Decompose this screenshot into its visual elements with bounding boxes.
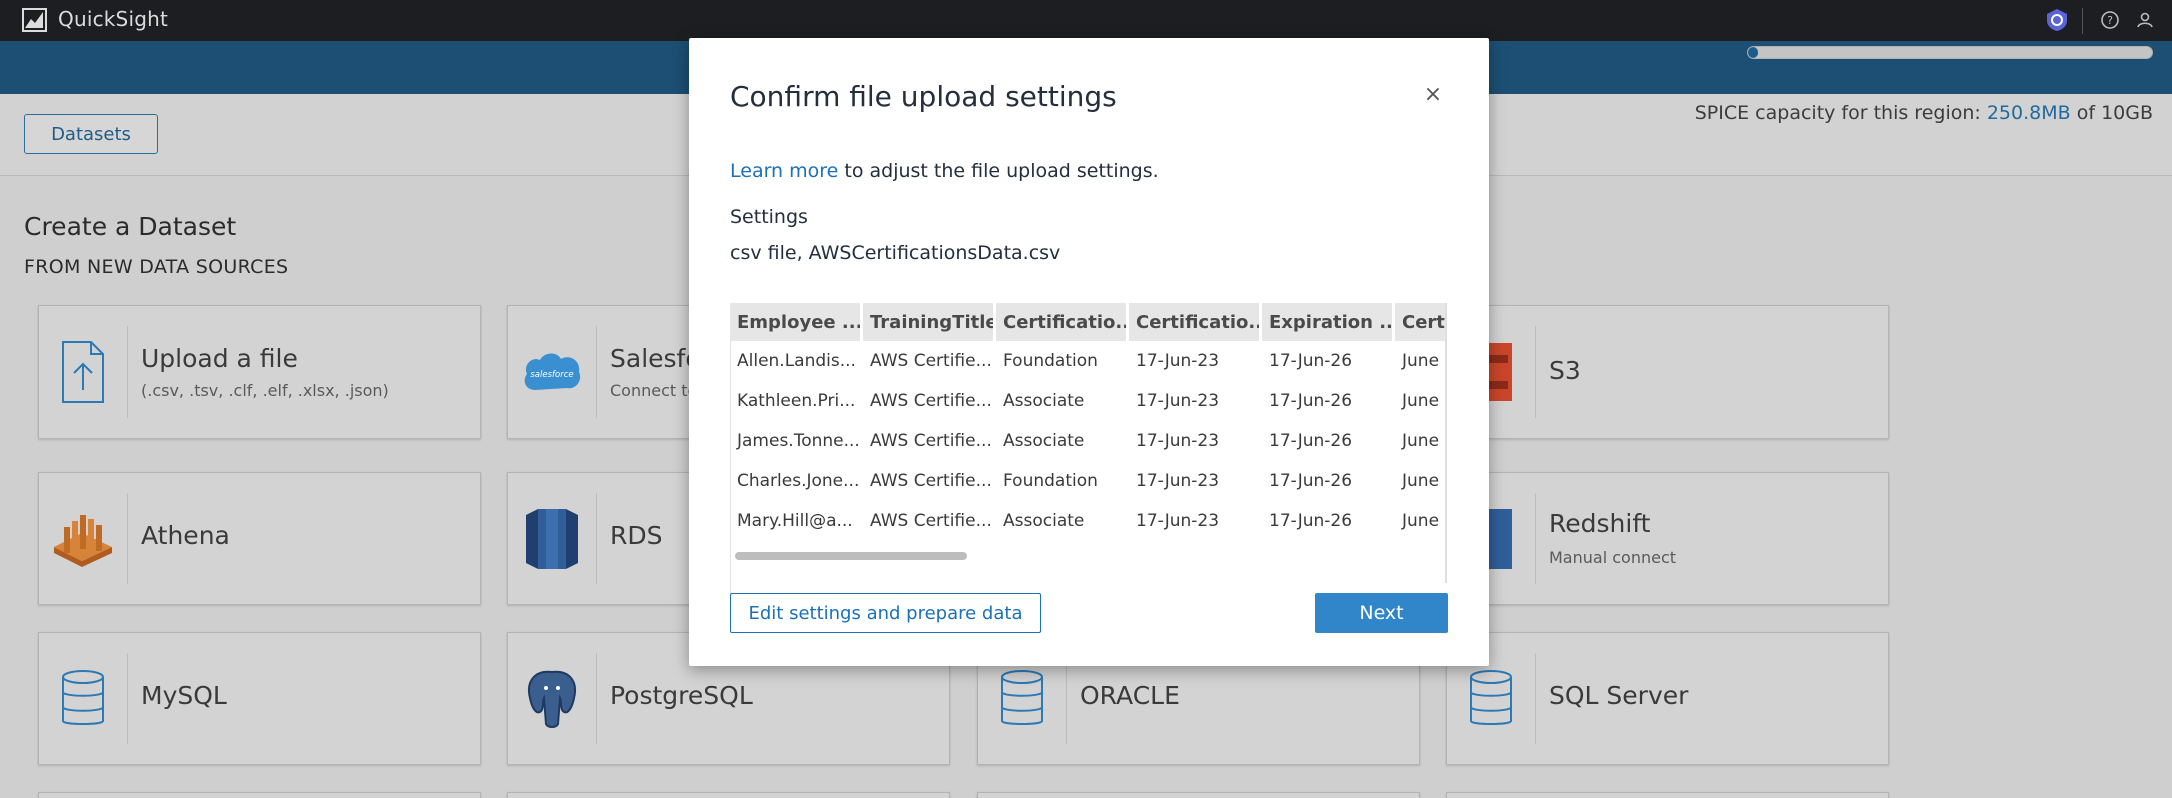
postgresql-icon — [528, 670, 576, 728]
table-cell: June — [1402, 431, 1440, 451]
column-header[interactable]: Employee ... — [730, 303, 860, 341]
data-source-card-s3[interactable]: S3 — [1446, 305, 1889, 439]
database-icon — [1001, 669, 1043, 725]
file-description: csv file, AWSCertificationsData.csv — [730, 242, 1061, 264]
card-label: MySQL — [141, 681, 227, 710]
card-label: Athena — [141, 521, 230, 550]
close-icon[interactable]: × — [1420, 82, 1446, 108]
scrollbar-thumb[interactable] — [735, 552, 967, 560]
next-button[interactable]: Next — [1315, 593, 1448, 633]
top-bar: QuickSight ? — [0, 0, 2172, 41]
table-cell: AWS Certifie... — [870, 391, 992, 411]
table-cell: Associate — [1003, 391, 1085, 411]
dialog-title: Confirm file upload settings — [730, 80, 1117, 113]
column-header[interactable]: Expiration ... — [1262, 303, 1392, 341]
table-cell: Allen.Landis... — [737, 351, 856, 371]
table-cell: AWS Certifie... — [870, 471, 992, 491]
data-source-card-sql-server[interactable]: SQL Server — [1446, 632, 1889, 765]
confirm-upload-dialog: Confirm file upload settings × Learn mor… — [689, 38, 1489, 666]
table-cell: Mary.Hill@a... — [737, 511, 853, 531]
spice-capacity-text: SPICE capacity for this region: 250.8MB … — [1694, 102, 2153, 124]
section-subtitle: FROM NEW DATA SOURCES — [24, 256, 289, 278]
table-cell: June — [1402, 511, 1440, 531]
data-source-card-partial[interactable] — [1446, 792, 1889, 798]
table-cell: Associate — [1003, 511, 1085, 531]
topbar-separator — [2082, 8, 2083, 34]
table-cell: James.Tonne... — [737, 431, 860, 451]
settings-label: Settings — [730, 206, 808, 228]
database-icon — [62, 669, 104, 725]
edit-settings-button[interactable]: Edit settings and prepare data — [730, 593, 1041, 633]
card-label: Redshift — [1549, 509, 1651, 538]
horizontal-scrollbar[interactable] — [730, 548, 1446, 564]
card-desc: Connect to — [610, 381, 698, 400]
user-icon[interactable] — [2133, 8, 2157, 32]
table-cell: 17-Jun-26 — [1269, 431, 1353, 451]
data-source-card-athena[interactable]: Athena — [38, 472, 481, 605]
column-header[interactable]: Certificatio... — [1129, 303, 1259, 341]
quicksight-logo-icon — [22, 8, 47, 32]
table-cell: Foundation — [1003, 471, 1098, 491]
table-cell: 17-Jun-26 — [1269, 471, 1353, 491]
table-cell: 17-Jun-26 — [1269, 391, 1353, 411]
table-cell: 17-Jun-26 — [1269, 351, 1353, 371]
card-label: ORACLE — [1080, 681, 1180, 710]
learn-more-line: Learn more to adjust the file upload set… — [730, 160, 1159, 182]
table-cell: 17-Jun-23 — [1136, 511, 1220, 531]
table-cell: Foundation — [1003, 351, 1098, 371]
table-cell: Kathleen.Pri... — [737, 391, 856, 411]
column-header[interactable]: TrainingTitle — [863, 303, 993, 341]
table-cell: June — [1402, 351, 1440, 371]
salesforce-icon: salesforce — [524, 353, 581, 390]
svg-text:salesforce: salesforce — [530, 370, 573, 380]
learn-more-link[interactable]: Learn more — [730, 160, 838, 182]
table-cell: AWS Certifie... — [870, 431, 992, 451]
database-icon — [1470, 669, 1512, 725]
card-label: PostgreSQL — [610, 681, 753, 710]
table-cell: June — [1402, 391, 1440, 411]
card-label: SQL Server — [1549, 681, 1689, 710]
data-source-card-partial[interactable] — [38, 792, 481, 798]
spice-used-value: 250.8MB — [1986, 102, 2071, 124]
spice-capacity-bar — [1747, 46, 2153, 59]
svg-text:?: ? — [2107, 14, 2113, 27]
datasets-button[interactable]: Datasets — [24, 114, 158, 154]
table-cell: Associate — [1003, 431, 1085, 451]
card-desc: (.csv, .tsv, .clf, .elf, .xlsx, .json) — [141, 381, 389, 400]
table-cell: 17-Jun-23 — [1136, 431, 1220, 451]
account-shield-icon[interactable] — [2045, 8, 2069, 32]
card-label: Upload a file — [141, 344, 298, 373]
table-cell: June — [1402, 471, 1440, 491]
data-source-card-redshift[interactable]: Redshift Manual connect — [1446, 472, 1889, 605]
card-label: RDS — [610, 521, 663, 550]
upload-file-icon — [62, 341, 104, 403]
table-cell: Charles.Jone... — [737, 471, 860, 491]
table-cell: 17-Jun-23 — [1136, 471, 1220, 491]
data-source-card-upload[interactable]: Upload a file (.csv, .tsv, .clf, .elf, .… — [38, 305, 481, 439]
app-name: QuickSight — [58, 7, 169, 31]
table-cell: 17-Jun-23 — [1136, 391, 1220, 411]
column-header[interactable]: Certificatio... — [996, 303, 1126, 341]
spice-capacity-fill — [1748, 47, 1758, 58]
table-cell: 17-Jun-26 — [1269, 511, 1353, 531]
data-source-card-mysql[interactable]: MySQL — [38, 632, 481, 765]
table-cell: 17-Jun-23 — [1136, 351, 1220, 371]
data-source-card-partial[interactable] — [507, 792, 950, 798]
athena-icon — [54, 514, 112, 567]
card-desc: Manual connect — [1549, 548, 1677, 567]
column-header[interactable]: Certi — [1395, 303, 1446, 341]
page-title: Create a Dataset — [24, 212, 237, 241]
data-source-card-partial[interactable] — [977, 792, 1420, 798]
help-icon[interactable]: ? — [2098, 8, 2122, 32]
rds-icon — [526, 508, 578, 569]
card-label: S3 — [1549, 356, 1581, 385]
table-cell: AWS Certifie... — [870, 351, 992, 371]
table-cell: AWS Certifie... — [870, 511, 992, 531]
